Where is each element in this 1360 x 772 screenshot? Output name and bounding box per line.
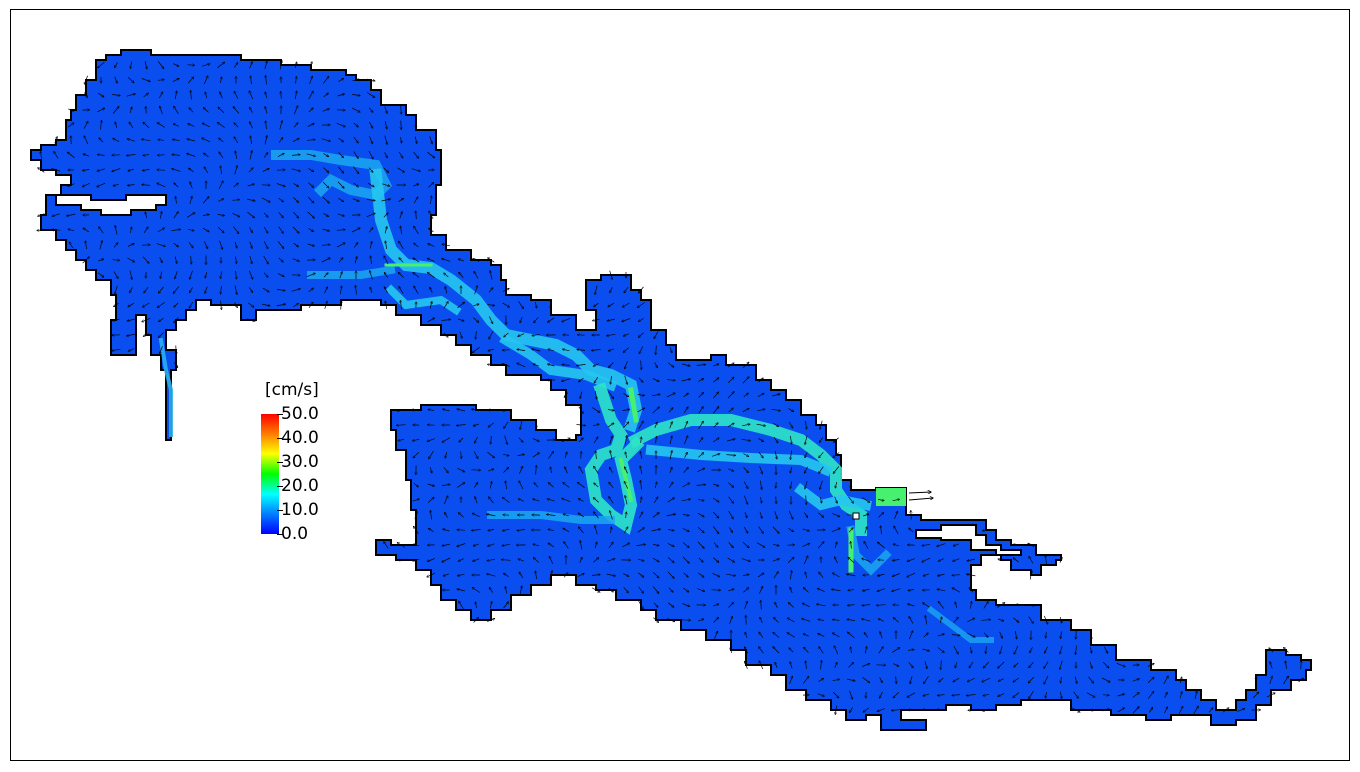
velocity-legend: [cm/s] 50.0 40.0 30.0 20.0 10.0 0.0 xyxy=(261,380,341,550)
structure-marker xyxy=(852,512,860,520)
outflow-arrow xyxy=(908,492,931,493)
legend-tick: 30.0 xyxy=(277,452,319,472)
legend-tick: 40.0 xyxy=(277,428,319,448)
legend-tick: 20.0 xyxy=(277,476,319,496)
legend-tick: 0.0 xyxy=(276,524,309,544)
outflow-arrow xyxy=(908,498,933,501)
legend-color-bar xyxy=(261,414,279,534)
legend-tick: 10.0 xyxy=(277,500,319,520)
legend-unit: [cm/s] xyxy=(265,380,319,400)
map-frame: [cm/s] 50.0 40.0 30.0 20.0 10.0 0.0 xyxy=(10,9,1350,761)
flow-velocity-map xyxy=(30,49,1312,731)
water-basin-northwest xyxy=(30,49,1312,731)
legend-tick: 50.0 xyxy=(277,404,319,424)
